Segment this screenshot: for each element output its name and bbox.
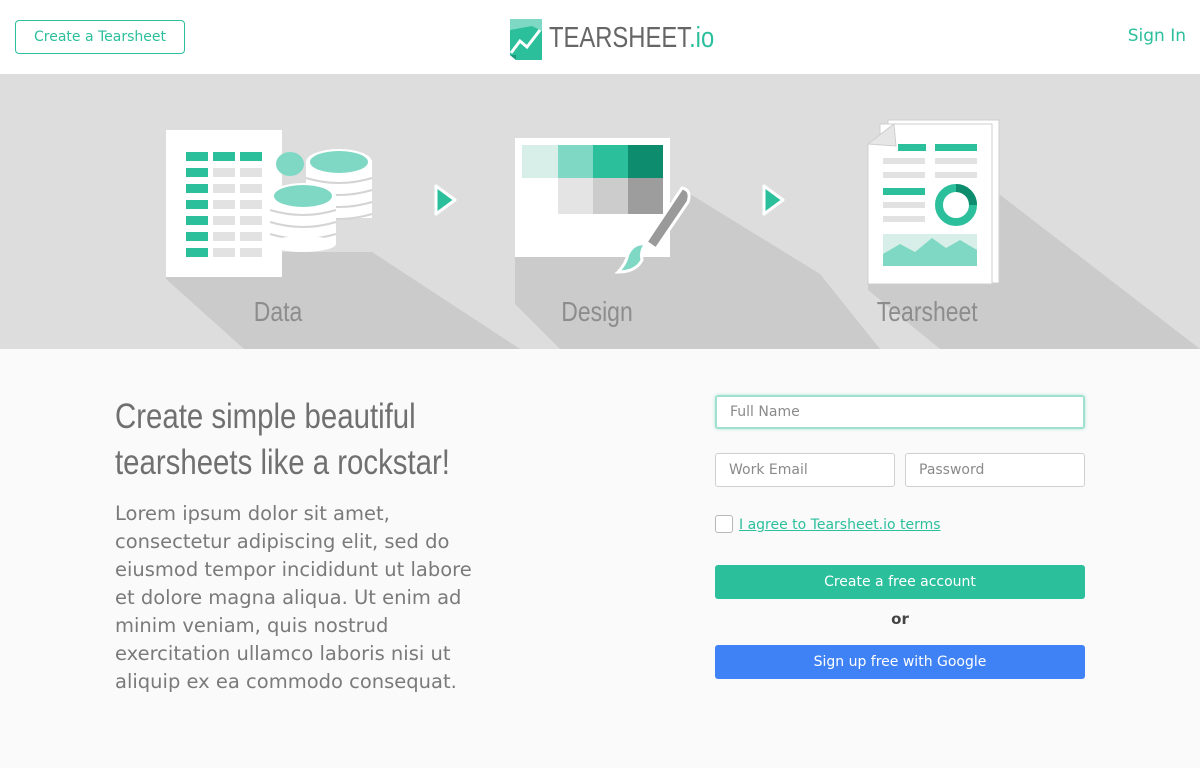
step-label-design: Design: [561, 296, 633, 327]
hero-banner: Data Design Tearsheet: [0, 74, 1200, 349]
step-label-data: Data: [253, 296, 303, 327]
play-arrow-icon: [434, 184, 457, 216]
report-document-icon: [866, 119, 1000, 285]
logo-icon: [510, 18, 542, 60]
create-account-button[interactable]: Create a free account: [715, 565, 1085, 599]
work-email-input[interactable]: [715, 453, 895, 487]
headline-line-2: tearsheets like a rockstar!: [115, 443, 450, 482]
sign-in-link[interactable]: Sign In: [1128, 26, 1186, 46]
palette-brush-icon: [515, 138, 691, 274]
google-signup-button[interactable]: Sign up free with Google: [715, 645, 1085, 679]
password-input[interactable]: [905, 453, 1085, 487]
or-divider: or: [891, 610, 909, 628]
intro-paragraph: Lorem ipsum dolor sit amet, consectetur …: [115, 502, 472, 693]
play-arrow-icon-2: [762, 184, 785, 216]
top-header: Create a Tearsheet TEARSHEET.io Sign In: [0, 0, 1200, 74]
headline-line-1: Create simple beautiful: [115, 397, 416, 436]
step-label-tearsheet: Tearsheet: [876, 296, 978, 327]
page-headline: Create simple beautiful tearsheets like …: [115, 394, 535, 486]
create-tearsheet-button[interactable]: Create a Tearsheet: [15, 20, 185, 54]
terms-checkbox[interactable]: [715, 515, 733, 533]
logo-text: TEARSHEET.io: [549, 21, 715, 54]
terms-link[interactable]: I agree to Tearsheet.io terms: [739, 517, 941, 533]
logo[interactable]: TEARSHEET.io: [510, 16, 750, 60]
full-name-input[interactable]: [715, 395, 1085, 429]
